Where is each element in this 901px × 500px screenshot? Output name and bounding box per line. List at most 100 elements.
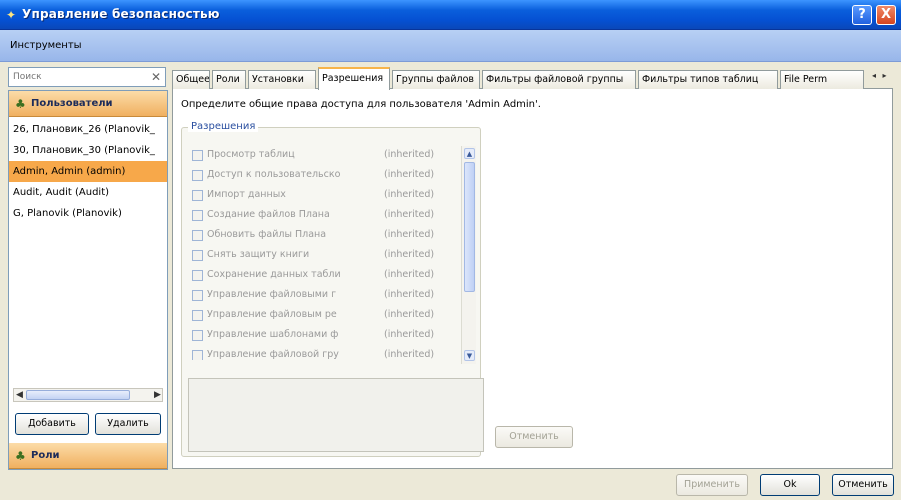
permission-row[interactable]: Импорт данных (inherited) bbox=[188, 186, 458, 206]
permission-row[interactable]: Снять защиту книги (inherited) bbox=[188, 246, 458, 266]
permission-status: (inherited) bbox=[384, 289, 435, 300]
ok-button-label: Ok bbox=[783, 479, 797, 490]
permission-label: Просмотр таблиц bbox=[207, 149, 295, 160]
delete-user-button[interactable]: Удалить bbox=[95, 413, 161, 435]
permission-row[interactable]: Управление файловым ре (inherited) bbox=[188, 306, 458, 326]
menu-bar: Инструменты bbox=[0, 30, 901, 62]
scrollbar-thumb[interactable] bbox=[464, 162, 475, 292]
scroll-down-icon[interactable]: ▼ bbox=[464, 350, 475, 361]
menu-item-tools[interactable]: Инструменты bbox=[10, 40, 82, 51]
permission-list-vertical-scrollbar[interactable]: ▲ ▼ bbox=[461, 146, 476, 364]
cancel-button-label: Отменить bbox=[838, 479, 888, 490]
tab-permissions[interactable]: Разрешения bbox=[318, 67, 390, 90]
roles-icon: ♣ bbox=[15, 449, 26, 463]
users-section-header[interactable]: ♣ Пользователи bbox=[9, 91, 167, 117]
app-icon: ✦ bbox=[6, 8, 17, 22]
permission-checkbox[interactable] bbox=[192, 250, 203, 261]
roles-section-label: Роли bbox=[31, 450, 60, 461]
permission-row[interactable]: Обновить файлы Плана (inherited) bbox=[188, 226, 458, 246]
user-list-item[interactable]: 30, Плановик_30 (Planovik_ bbox=[9, 140, 167, 161]
permission-checkbox[interactable] bbox=[192, 190, 203, 201]
user-list: 26, Плановик_26 (Planovik_ 30, Плановик_… bbox=[9, 119, 167, 224]
add-user-button-label: Добавить bbox=[28, 418, 76, 429]
permission-label: Управление файловым ре bbox=[207, 309, 337, 320]
roles-section-header[interactable]: ♣ Роли bbox=[9, 443, 167, 469]
add-user-button[interactable]: Добавить bbox=[15, 413, 89, 435]
scroll-up-icon[interactable]: ▲ bbox=[464, 148, 475, 159]
permission-label: Создание файлов Плана bbox=[207, 209, 330, 220]
permission-status: (inherited) bbox=[384, 229, 435, 240]
permission-status: (inherited) bbox=[384, 269, 435, 280]
cancel-button[interactable]: Отменить bbox=[832, 474, 894, 496]
delete-user-button-label: Удалить bbox=[107, 418, 149, 429]
scroll-left-icon[interactable]: ◀ bbox=[16, 389, 23, 401]
cancel-permission-button-label: Отменить bbox=[509, 431, 559, 442]
permission-row[interactable]: Доступ к пользовательско (inherited) bbox=[188, 166, 458, 186]
permission-label: Импорт данных bbox=[207, 189, 286, 200]
permission-status: (inherited) bbox=[384, 349, 435, 360]
user-list-horizontal-scrollbar[interactable]: ◀ ▶ bbox=[13, 388, 163, 402]
permission-status: (inherited) bbox=[384, 169, 435, 180]
permission-description-box bbox=[188, 378, 484, 452]
apply-button[interactable]: Применить bbox=[676, 474, 748, 496]
tab-general[interactable]: Общее bbox=[172, 70, 210, 89]
permissions-description: Определите общие права доступа для польз… bbox=[181, 99, 541, 110]
permission-row[interactable]: Просмотр таблиц (inherited) bbox=[188, 146, 458, 166]
permissions-group: Разрешения Просмотр таблиц (inherited) Д… bbox=[181, 121, 484, 457]
tab-file-group-filters[interactable]: Фильтры файловой группы bbox=[482, 70, 636, 89]
apply-button-label: Применить bbox=[684, 479, 740, 490]
scrollbar-thumb[interactable] bbox=[26, 390, 130, 400]
permission-label: Снять защиту книги bbox=[207, 249, 310, 260]
permission-label: Управление шаблонами ф bbox=[207, 329, 339, 340]
clear-search-icon[interactable]: ✕ bbox=[149, 70, 163, 84]
permission-row[interactable]: Создание файлов Плана (inherited) bbox=[188, 206, 458, 226]
tab-table-type-filters[interactable]: Фильтры типов таблиц bbox=[638, 70, 778, 89]
close-button[interactable]: X bbox=[876, 5, 896, 25]
tab-scroll-arrows-icon[interactable]: ◂ ▸ bbox=[872, 71, 889, 80]
permissions-tab-content: Определите общие права доступа для польз… bbox=[172, 89, 893, 469]
permission-row[interactable]: Сохранение данных табли (inherited) bbox=[188, 266, 458, 286]
permission-row[interactable]: Управление шаблонами ф (inherited) bbox=[188, 326, 458, 346]
permission-label: Доступ к пользовательско bbox=[207, 169, 341, 180]
permission-checkbox[interactable] bbox=[192, 210, 203, 221]
permission-label: Обновить файлы Плана bbox=[207, 229, 327, 240]
users-panel: ♣ Пользователи 26, Плановик_26 (Planovik… bbox=[8, 90, 168, 470]
tab-roles[interactable]: Роли bbox=[212, 70, 246, 89]
permissions-group-title: Разрешения bbox=[188, 121, 259, 132]
tab-file-groups[interactable]: Группы файлов bbox=[392, 70, 480, 89]
user-list-item[interactable]: 26, Плановик_26 (Planovik_ bbox=[9, 119, 167, 140]
tab-file-perm[interactable]: File Perm bbox=[780, 70, 864, 89]
permission-checkbox[interactable] bbox=[192, 270, 203, 281]
permission-label: Управление файловой гру bbox=[207, 349, 339, 360]
user-list-item[interactable]: G, Planovik (Planovik) bbox=[9, 203, 167, 224]
permission-label: Управление файловыми г bbox=[207, 289, 337, 300]
user-list-item[interactable]: Audit, Audit (Audit) bbox=[9, 182, 167, 203]
permission-checkbox[interactable] bbox=[192, 310, 203, 321]
ok-button[interactable]: Ok bbox=[760, 474, 820, 496]
users-icon: ♣ bbox=[15, 97, 26, 111]
user-list-item-selected[interactable]: Admin, Admin (admin) bbox=[9, 161, 167, 182]
permission-checkbox[interactable] bbox=[192, 350, 203, 360]
permission-status: (inherited) bbox=[384, 249, 435, 260]
permission-status: (inherited) bbox=[384, 189, 435, 200]
cancel-permission-button[interactable]: Отменить bbox=[495, 426, 573, 448]
permission-checkbox[interactable] bbox=[192, 150, 203, 161]
permission-label: Сохранение данных табли bbox=[207, 269, 341, 280]
permission-row[interactable]: Управление файловыми г (inherited) bbox=[188, 286, 458, 306]
permission-row[interactable]: Управление файловой гру (inherited) bbox=[188, 346, 458, 360]
window-title: Управление безопасностью bbox=[22, 7, 220, 21]
search-input[interactable] bbox=[10, 69, 148, 85]
permission-checkbox[interactable] bbox=[192, 230, 203, 241]
permission-checkbox[interactable] bbox=[192, 330, 203, 341]
title-bar: ✦ Управление безопасностью ? X bbox=[0, 0, 901, 30]
permission-status: (inherited) bbox=[384, 149, 435, 160]
tab-settings[interactable]: Установки bbox=[248, 70, 316, 89]
permission-checkbox[interactable] bbox=[192, 290, 203, 301]
users-section-label: Пользователи bbox=[31, 98, 113, 109]
search-box: ✕ bbox=[8, 67, 166, 87]
scroll-right-icon[interactable]: ▶ bbox=[154, 389, 161, 401]
permission-status: (inherited) bbox=[384, 309, 435, 320]
permission-status: (inherited) bbox=[384, 329, 435, 340]
permission-checkbox[interactable] bbox=[192, 170, 203, 181]
help-button[interactable]: ? bbox=[852, 5, 872, 25]
